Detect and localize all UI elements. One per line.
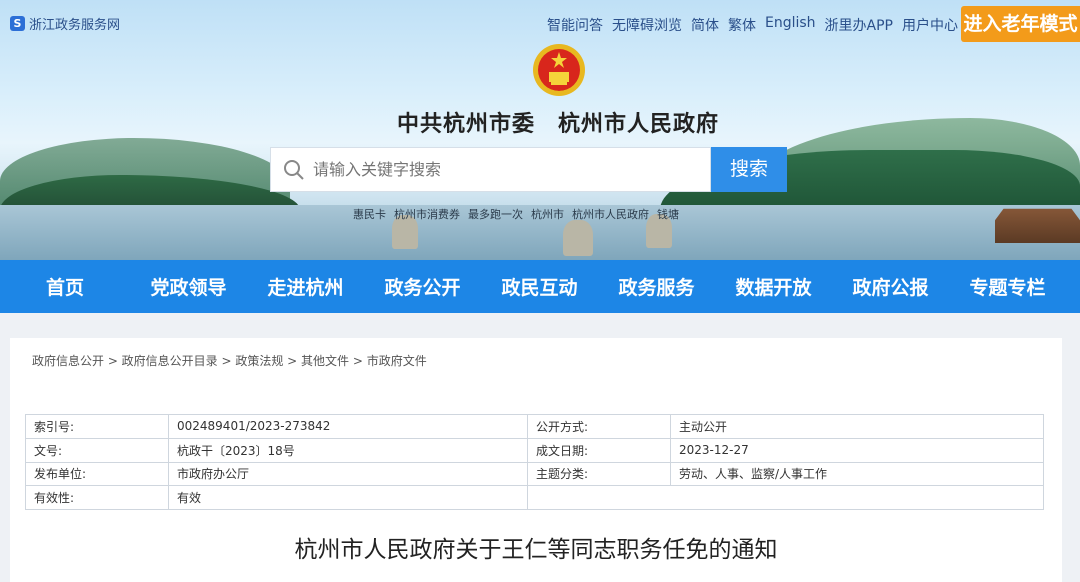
meta-label: 成文日期: [527, 437, 671, 463]
breadcrumb[interactable]: 政府信息公开 > 政府信息公开目录 > 政策法规 > 其他文件 > 市政府文件 [32, 352, 427, 369]
meta-value: 有效 [168, 485, 528, 511]
hot-word[interactable]: 杭州市 [531, 206, 564, 222]
nav-special-topics[interactable]: 专题专栏 [949, 273, 1066, 300]
meta-label: 发布单位: [25, 461, 169, 487]
hot-words: 惠民卡 杭州市消费券 最多跑一次 杭州市 杭州市人民政府 钱塘 [353, 206, 679, 222]
nav-home[interactable]: 首页 [0, 273, 130, 300]
meta-label: 文号: [25, 437, 169, 463]
government-title: 中共杭州市委 杭州市人民政府 [396, 111, 719, 137]
hot-word[interactable]: 惠民卡 [353, 206, 386, 222]
meta-value: 002489401/2023-273842 [168, 414, 528, 439]
document-title: 杭州市人民政府关于王仁等同志职务任免的通知 [294, 537, 778, 563]
top-links: 智能问答 无障碍浏览 简体 繁体 English 浙里办APP 用户中心 [547, 15, 958, 35]
meta-label: 公开方式: [527, 414, 671, 439]
nav-leadership[interactable]: 党政领导 [130, 273, 247, 300]
meta-value: 杭政干〔2023〕18号 [168, 437, 528, 463]
content-panel: 政府信息公开 > 政府信息公开目录 > 政策法规 > 其他文件 > 市政府文件 … [10, 338, 1062, 582]
nav-about-hangzhou[interactable]: 走进杭州 [247, 273, 364, 300]
hot-word[interactable]: 杭州市人民政府 [572, 206, 649, 222]
table-row: 索引号: 002489401/2023-273842 公开方式: 主动公开 [25, 414, 1044, 439]
meta-value: 主动公开 [670, 414, 1044, 439]
hot-word[interactable]: 最多跑一次 [468, 206, 523, 222]
meta-label: 主题分类: [527, 461, 671, 487]
meta-label: 索引号: [25, 414, 169, 439]
site-link[interactable]: S 浙江政务服务网 [10, 14, 120, 33]
table-row: 发布单位: 市政府办公厅 主题分类: 劳动、人事、监察/人事工作 [25, 461, 1044, 487]
site-name[interactable]: 浙江政务服务网 [29, 14, 120, 33]
search-input[interactable] [313, 160, 693, 179]
link-user-center[interactable]: 用户中心 [902, 15, 958, 35]
main-nav: 首页 党政领导 走进杭州 政务公开 政民互动 政务服务 数据开放 政府公报 专题… [0, 260, 1080, 313]
nav-gov-affairs[interactable]: 政务公开 [364, 273, 481, 300]
link-english[interactable]: English [765, 15, 816, 35]
link-simplified[interactable]: 简体 [691, 15, 719, 35]
nav-services[interactable]: 政务服务 [598, 273, 715, 300]
meta-value: 市政府办公厅 [168, 461, 528, 487]
meta-label: 有效性: [25, 485, 169, 511]
zhejiang-logo-icon: S [10, 16, 25, 31]
hot-word[interactable]: 杭州市消费券 [394, 206, 460, 222]
document-meta-table: 索引号: 002489401/2023-273842 公开方式: 主动公开 文号… [25, 414, 1044, 511]
nav-interaction[interactable]: 政民互动 [481, 273, 598, 300]
nav-open-data[interactable]: 数据开放 [715, 273, 832, 300]
elder-mode-button[interactable]: 进入老年模式 [961, 6, 1080, 42]
top-bar: S 浙江政务服务网 智能问答 无障碍浏览 简体 繁体 English 浙里办AP… [0, 0, 1080, 42]
meta-value: 劳动、人事、监察/人事工作 [670, 461, 1044, 487]
search-box[interactable] [270, 147, 711, 192]
nav-gazette[interactable]: 政府公报 [832, 273, 949, 300]
search-button[interactable]: 搜索 [711, 147, 787, 192]
table-row: 有效性: 有效 [25, 485, 1044, 511]
meta-value: 2023-12-27 [670, 437, 1044, 463]
link-accessibility[interactable]: 无障碍浏览 [612, 15, 682, 35]
pavilion-decoration [995, 208, 1080, 243]
link-traditional[interactable]: 繁体 [728, 15, 756, 35]
national-emblem-icon [533, 44, 585, 96]
link-app[interactable]: 浙里办APP [825, 15, 893, 35]
empty-cell [527, 485, 1044, 511]
link-smart-qa[interactable]: 智能问答 [547, 15, 603, 35]
table-row: 文号: 杭政干〔2023〕18号 成文日期: 2023-12-27 [25, 437, 1044, 463]
search-icon [284, 159, 304, 180]
hot-word[interactable]: 钱塘 [657, 206, 679, 222]
